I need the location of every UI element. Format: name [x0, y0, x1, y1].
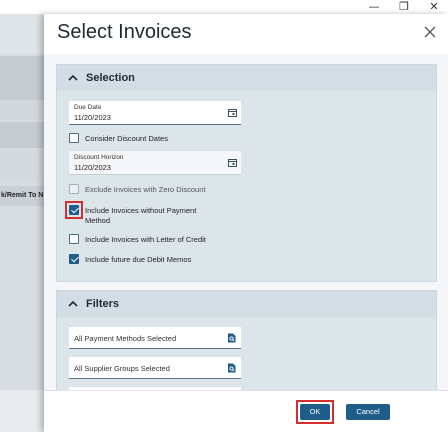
lookup-icon[interactable]: [227, 363, 236, 373]
selection-section-header[interactable]: Selection: [57, 65, 436, 91]
due-date-field[interactable]: Due Date 11/20/2023: [69, 101, 241, 125]
label-line-2: Method: [85, 216, 111, 225]
filters-section: Filters All Payment Methods Selected All…: [56, 290, 437, 390]
cancel-button[interactable]: Cancel: [346, 404, 390, 420]
window-close-button[interactable]: ✕: [424, 0, 444, 14]
background-band: [0, 390, 44, 432]
close-icon[interactable]: [422, 24, 438, 40]
selection-section-title: Selection: [86, 72, 135, 84]
lookup-icon[interactable]: [227, 333, 236, 343]
chevron-up-icon[interactable]: [68, 74, 78, 82]
include-future-debit-memos-checkbox[interactable]: [69, 254, 79, 264]
chevron-up-icon[interactable]: [68, 300, 78, 308]
include-letter-of-credit-checkbox[interactable]: [69, 234, 79, 244]
background-band: [0, 150, 44, 180]
calendar-icon[interactable]: [228, 108, 237, 117]
exclude-zero-discount-checkbox[interactable]: [69, 184, 79, 194]
background-band: [0, 56, 44, 100]
background-band: [0, 14, 44, 54]
payment-methods-value: All Payment Methods Selected: [74, 334, 177, 343]
dialog-title: Select Invoices: [57, 21, 192, 43]
consider-discount-dates-checkbox[interactable]: [69, 133, 79, 143]
exclude-zero-discount-label: Exclude Invoices with Zero Discount: [85, 185, 206, 194]
background-column-header: k/Remit To N: [0, 186, 44, 206]
minimize-button[interactable]: —: [364, 0, 384, 14]
filters-section-header[interactable]: Filters: [57, 291, 436, 317]
checkbox-highlight: [65, 201, 83, 219]
selection-section: Selection Due Date 11/20/2023 Consider D…: [56, 64, 437, 282]
ok-button[interactable]: OK: [300, 404, 330, 420]
dialog-footer: OK Cancel: [44, 390, 448, 432]
include-future-debit-memos-label: Include future due Debit Memos: [85, 255, 192, 264]
consider-discount-dates-label: Consider Discount Dates: [85, 134, 168, 143]
supplier-groups-value: All Supplier Groups Selected: [74, 364, 170, 373]
select-invoices-dialog: Select Invoices Selection Due Date 11/20…: [44, 14, 448, 432]
background-band: [0, 122, 44, 148]
due-date-label: Due Date: [74, 104, 102, 111]
payment-methods-lookup[interactable]: All Payment Methods Selected: [69, 327, 241, 349]
supplier-groups-lookup[interactable]: All Supplier Groups Selected: [69, 357, 241, 379]
restore-button[interactable]: ❐: [394, 0, 414, 14]
due-date-value[interactable]: 11/20/2023: [74, 113, 111, 122]
label-line-1: Include Invoices without Payment: [85, 206, 197, 215]
discount-horizon-label: Discount Horizon: [74, 154, 124, 161]
dialog-header: Select Invoices: [44, 14, 448, 54]
calendar-icon[interactable]: [228, 158, 237, 167]
dialog-body: Selection Due Date 11/20/2023 Consider D…: [44, 54, 448, 390]
include-letter-of-credit-label: Include Invoices with Letter of Credit: [85, 235, 206, 244]
discount-horizon-value[interactable]: 11/20/2023: [74, 163, 111, 172]
window-titlebar: — ❐ ✕: [0, 0, 448, 14]
discount-horizon-field[interactable]: Discount Horizon 11/20/2023: [69, 151, 241, 175]
filters-section-title: Filters: [86, 298, 120, 310]
background-band: [0, 100, 44, 120]
include-without-payment-method-label: Include Invoices without Payment Method: [85, 206, 196, 226]
